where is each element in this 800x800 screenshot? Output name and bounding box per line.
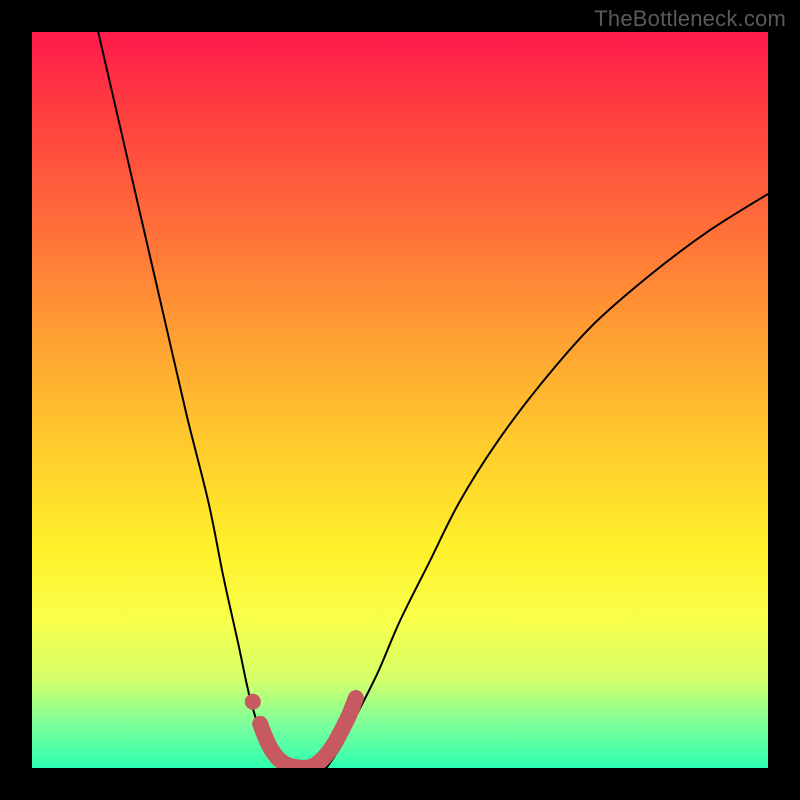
- chart-svg: [32, 32, 768, 768]
- curve-left-arm: [98, 32, 282, 768]
- watermark-text: TheBottleneck.com: [594, 6, 786, 32]
- highlight-dot: [245, 694, 261, 710]
- curve-right-arm: [326, 194, 768, 768]
- chart-frame: TheBottleneck.com: [0, 0, 800, 800]
- highlight-left: [260, 724, 304, 768]
- highlight-right: [304, 698, 356, 768]
- chart-plot-area: [32, 32, 768, 768]
